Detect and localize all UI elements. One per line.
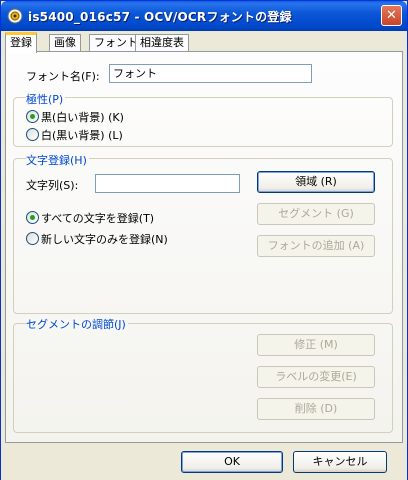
polarity-white-label[interactable]: 白(黒い背景) (L) — [41, 127, 123, 143]
register-all-label[interactable]: すべての文字を登録(T) — [41, 210, 154, 226]
register-new-radio[interactable] — [26, 232, 39, 245]
add-font-button[interactable]: フォントの追加 (A) — [257, 235, 375, 257]
font-name-label: フォント名(F): — [26, 70, 100, 83]
close-icon[interactable]: ✕ — [381, 5, 402, 26]
tab-image-label: 画像 — [54, 36, 76, 49]
tab-register[interactable]: 登録 — [5, 32, 37, 53]
modify-button[interactable]: 修正 (M) — [257, 334, 375, 356]
window-title: is5400_016c57 - OCV/OCRフォントの登録 — [28, 10, 292, 24]
dialog-window: is5400_016c57 - OCV/OCRフォントの登録 ✕ 登録 画像 フ… — [0, 0, 408, 480]
tab-font-label: フォント — [94, 36, 138, 49]
polarity-black-radio[interactable] — [26, 110, 39, 123]
region-button[interactable]: 領域 (R) — [257, 171, 375, 193]
segment-button[interactable]: セグメント (G) — [257, 203, 375, 225]
ok-button[interactable]: OK — [181, 451, 283, 473]
tab-image[interactable]: 画像 — [49, 34, 81, 52]
polarity-title: 極性(P) — [26, 91, 66, 107]
tab-difference-table[interactable]: 相違度表 — [135, 34, 189, 52]
label-change-button[interactable]: ラベルの変更(E) — [257, 366, 375, 388]
tab-register-label: 登録 — [10, 36, 32, 49]
register-new-label[interactable]: 新しい文字のみを登録(N) — [41, 231, 168, 247]
char-string-input[interactable] — [95, 174, 240, 193]
segment-adjust-title: セグメントの調節(J) — [26, 316, 128, 332]
title-bar[interactable]: is5400_016c57 - OCV/OCRフォントの登録 ✕ — [1, 1, 407, 31]
polarity-white-radio[interactable] — [26, 128, 39, 141]
tab-difference-table-label: 相違度表 — [140, 36, 184, 49]
register-all-radio[interactable] — [26, 211, 39, 224]
font-name-input[interactable]: フォント — [109, 64, 312, 83]
char-string-label: 文字列(S): — [26, 179, 79, 192]
polarity-black-label[interactable]: 黒(白い背景) (K) — [41, 109, 124, 125]
app-icon — [7, 8, 23, 24]
cancel-button[interactable]: キャンセル — [293, 451, 387, 473]
char-register-title: 文字登録(H) — [26, 152, 89, 168]
delete-button[interactable]: 削除 (D) — [257, 398, 375, 420]
